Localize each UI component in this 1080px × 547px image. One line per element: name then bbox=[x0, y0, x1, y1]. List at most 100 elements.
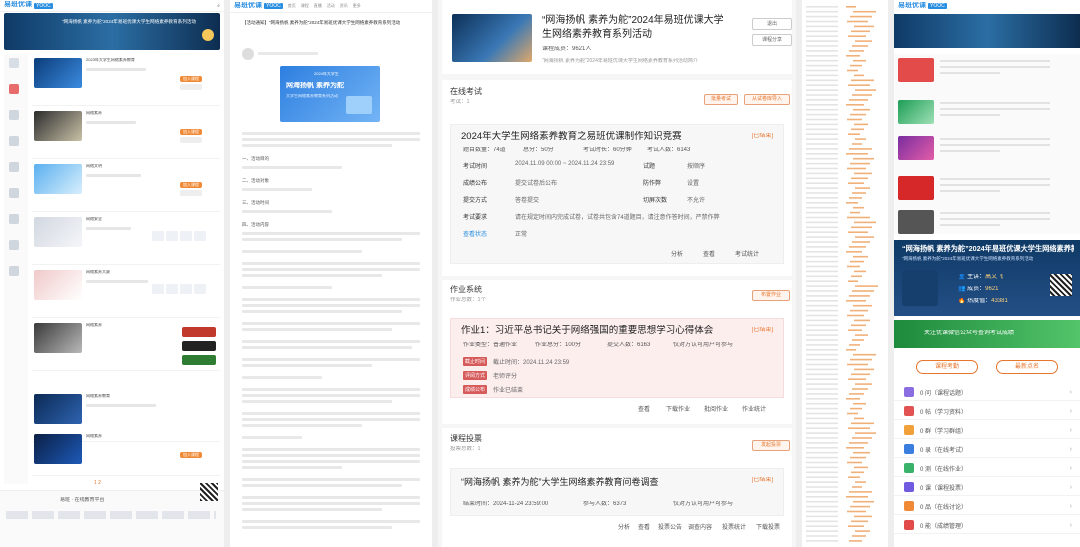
menu-exam[interactable]: 0 录（在线考试） › bbox=[894, 441, 1080, 458]
list-item[interactable]: 网络素养大赛 bbox=[32, 266, 220, 318]
table-cell bbox=[851, 324, 866, 327]
table-row bbox=[806, 108, 838, 111]
chat-icon[interactable] bbox=[9, 58, 19, 68]
text-line bbox=[940, 218, 1050, 220]
create-vote-button[interactable]: 发起投票 bbox=[752, 440, 790, 451]
item-title: 网络素养 bbox=[86, 323, 102, 327]
hw-tag: 截止时间 bbox=[463, 357, 488, 366]
join-button[interactable]: 加入课程 bbox=[180, 129, 202, 135]
avatar bbox=[242, 48, 254, 60]
course-icon[interactable] bbox=[9, 84, 19, 94]
hw-stats-link[interactable]: 作业统计 bbox=[742, 404, 766, 413]
table-cell bbox=[846, 349, 856, 351]
table-cell bbox=[854, 123, 868, 126]
table-cell bbox=[851, 226, 872, 229]
table-row bbox=[806, 231, 838, 233]
table-cell bbox=[852, 437, 872, 439]
promo-banner[interactable]: 关注优课微信公众号查询考试成绩 bbox=[894, 320, 1080, 348]
exam-analyze-link[interactable]: 分析 bbox=[671, 249, 683, 258]
vote-download-link[interactable]: 下载投票 bbox=[756, 522, 780, 531]
vote-notice-link[interactable]: 投票公告 bbox=[658, 522, 682, 531]
menu-discussion[interactable]: 0 品（在线讨论） › bbox=[894, 498, 1080, 515]
award-icon bbox=[904, 520, 914, 530]
group-icon[interactable] bbox=[9, 136, 19, 146]
section-heading: 四、活动内容 bbox=[242, 222, 269, 227]
table-row bbox=[806, 383, 838, 385]
assign-homework-button[interactable]: 布置作业 bbox=[752, 290, 790, 301]
exit-button[interactable]: 退出 bbox=[752, 18, 792, 30]
menu-vote[interactable]: 0 课（课程投票） › bbox=[894, 479, 1080, 496]
nav-item[interactable]: 活动 bbox=[327, 3, 335, 9]
list-item[interactable]: 网络素养 bbox=[32, 319, 220, 371]
row-label[interactable]: 查看状态 bbox=[463, 229, 487, 238]
menu-topic[interactable]: 0 问（课程话题） › bbox=[894, 384, 1080, 401]
hw-stat: 提交人数：6163 bbox=[607, 342, 651, 348]
doc-icon[interactable] bbox=[9, 110, 19, 120]
vote-analyze-link[interactable]: 分析 bbox=[618, 522, 630, 531]
exam-stats-link[interactable]: 考试统计 bbox=[735, 249, 759, 258]
hw-stat: 仅对方认可用户可参与 bbox=[673, 342, 734, 348]
batch-exam-button[interactable]: 批量考试 bbox=[704, 94, 738, 105]
list-item[interactable]: 网络素养 加入课程 bbox=[32, 107, 220, 159]
menu-group[interactable]: 0 群（学习群组） › bbox=[894, 422, 1080, 439]
table-row bbox=[806, 241, 838, 243]
vote-content-link[interactable]: 调查内容 bbox=[688, 522, 712, 531]
nav-item[interactable]: 资讯 bbox=[340, 3, 348, 9]
award-icon[interactable] bbox=[9, 240, 19, 250]
vote-title: “网海扬帆 素养为舵”大学生网络素养教育问卷调查 bbox=[461, 477, 659, 487]
footer-text: 易班 · 在线教育平台 bbox=[60, 497, 105, 503]
nav-item[interactable]: 课程 bbox=[301, 3, 309, 9]
table-row bbox=[806, 393, 838, 395]
table-row bbox=[806, 309, 838, 312]
exam-icon[interactable] bbox=[9, 162, 19, 172]
import-exam-button[interactable]: 从试卷库导入 bbox=[744, 94, 790, 105]
hw-review-link[interactable]: 批阅作业 bbox=[704, 404, 728, 413]
menu-homework[interactable]: 0 测（在线作业） › bbox=[894, 460, 1080, 477]
rollcall-button[interactable]: 最新点名 bbox=[996, 360, 1058, 374]
table-cell bbox=[846, 447, 864, 449]
members-row: 👥 成员：9621 bbox=[958, 286, 999, 292]
vote-stat: 参与人数：6373 bbox=[583, 501, 627, 507]
vote-card[interactable]: “网海扬帆 素养为舵”大学生网络素养教育问卷调查 [已结束] 结束时间：2024… bbox=[450, 468, 784, 516]
search-icon[interactable]: ⌕ bbox=[217, 3, 220, 9]
target-icon[interactable] bbox=[9, 214, 19, 224]
list-item[interactable]: 网络安全 bbox=[32, 213, 220, 265]
item-title: 网络文明 bbox=[86, 164, 102, 168]
table-row bbox=[806, 35, 838, 37]
list-item[interactable]: 网络文明 加入课程 bbox=[32, 160, 220, 212]
hw-view-link[interactable]: 查看 bbox=[638, 404, 650, 413]
menu-grades[interactable]: 0 能（成绩管理） › bbox=[894, 517, 1080, 534]
join-button[interactable]: 加入课程 bbox=[180, 76, 202, 82]
join-button[interactable]: 加入课程 bbox=[180, 452, 202, 458]
table-row bbox=[806, 192, 838, 194]
item-title: 2023年大学生网络素养教育 bbox=[86, 58, 135, 62]
homework-icon[interactable] bbox=[9, 188, 19, 198]
homework-card[interactable]: 作业1：习近平总书记关于网络强国的重要思想学习心得体会 [已结束] 作业类型：普… bbox=[450, 318, 784, 398]
table-cell bbox=[849, 148, 872, 150]
table-row bbox=[806, 510, 838, 513]
exam-section: 在线考试 考试：1 批量考试 从试卷库导入 2024年大学生网络素养教育之易班优… bbox=[442, 80, 792, 276]
table-cell bbox=[850, 309, 868, 312]
exam-view-link[interactable]: 查看 bbox=[703, 249, 715, 258]
folder-icon bbox=[904, 406, 914, 416]
vote-stats-link[interactable]: 投票统计 bbox=[722, 522, 746, 531]
hw-download-link[interactable]: 下载作业 bbox=[666, 404, 690, 413]
table-row bbox=[806, 319, 838, 322]
nav-item[interactable]: 直播 bbox=[314, 3, 322, 9]
gear-icon[interactable] bbox=[9, 266, 19, 276]
menu-material[interactable]: 0 帖（学习资料） › bbox=[894, 403, 1080, 420]
chevron-right-icon: › bbox=[1069, 388, 1072, 396]
table-cell bbox=[847, 20, 868, 23]
attendance-button[interactable]: 课程考勤 bbox=[916, 360, 978, 374]
table-row bbox=[806, 280, 838, 282]
join-button[interactable]: 加入课程 bbox=[180, 182, 202, 188]
nav-item[interactable]: 首页 bbox=[288, 3, 296, 9]
list-item[interactable]: 网络素养 加入课程 bbox=[32, 430, 220, 476]
exam-card[interactable]: 2024年大学生网络素养教育之易班优课制作知识竞赛 [已结束] 题目数量：74道… bbox=[450, 124, 784, 264]
share-button[interactable]: 课程分享 bbox=[752, 34, 792, 46]
vote-view-link[interactable]: 查看 bbox=[638, 522, 650, 531]
pagination[interactable]: 1 2 bbox=[94, 480, 101, 486]
nav-item[interactable]: 更多 bbox=[353, 3, 361, 9]
table-row bbox=[806, 79, 838, 82]
list-item[interactable]: 2023年大学生网络素养教育 加入课程 bbox=[32, 54, 220, 106]
